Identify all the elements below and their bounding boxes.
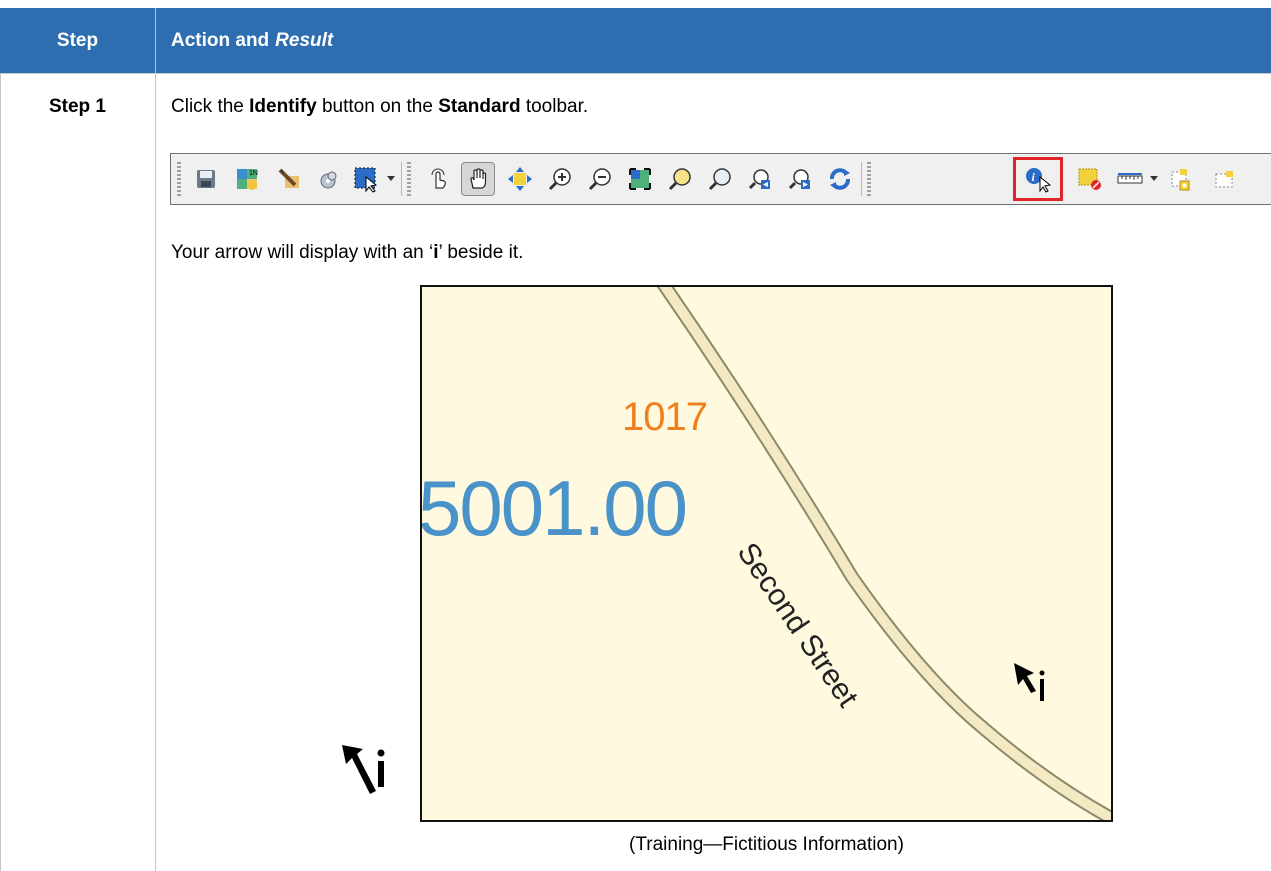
- pan-to-selection-icon[interactable]: [503, 162, 537, 196]
- sentence-post: ’ beside it.: [438, 242, 524, 263]
- instruction-text: Click the Identify button on the Standar…: [171, 96, 588, 118]
- header-divider: [155, 8, 156, 73]
- header-result: Result: [275, 29, 334, 51]
- zoom-to-layer-icon[interactable]: [703, 162, 737, 196]
- edit-pencil-icon[interactable]: [273, 162, 307, 196]
- block-label: 1017: [622, 395, 708, 439]
- toolbar-separator-2: [861, 162, 862, 196]
- standard-toolbar: 1N i: [170, 153, 1271, 205]
- header-action: Action and: [171, 29, 270, 51]
- map-caption: (Training—Fictitious Information): [629, 834, 904, 855]
- zoom-next-icon[interactable]: [783, 162, 817, 196]
- new-layer-icon[interactable]: [1207, 162, 1241, 196]
- zoom-out-icon[interactable]: [583, 162, 617, 196]
- measure-dropdown-arrow[interactable]: [1150, 176, 1158, 181]
- instruction-standard: Standard: [438, 96, 521, 117]
- step-label: Step 1: [48, 96, 107, 117]
- header-action-result: Action and Result: [171, 8, 333, 73]
- instruction-identify: Identify: [249, 96, 317, 117]
- cursor-description: Your arrow will display with an ‘i’ besi…: [171, 242, 523, 264]
- refresh-cd-icon[interactable]: [311, 162, 345, 196]
- cursor-example-icon: [338, 743, 390, 806]
- save-project-icon[interactable]: [189, 162, 223, 196]
- sentence-pre: Your arrow will display with an ‘: [171, 242, 434, 263]
- identify-cursor-icon: [1012, 661, 1052, 712]
- svg-text:1N: 1N: [249, 170, 258, 177]
- instruction-pre: Click the: [171, 96, 250, 117]
- zoom-to-selection-icon[interactable]: [663, 162, 697, 196]
- add-feature-icon[interactable]: [1165, 162, 1199, 196]
- instruction-post: toolbar.: [520, 96, 589, 117]
- pan-hand-icon[interactable]: [461, 162, 495, 196]
- toolbar-grip-3[interactable]: [867, 162, 871, 196]
- column-divider: [155, 73, 156, 871]
- new-map-icon[interactable]: 1N: [231, 162, 265, 196]
- zoom-full-icon[interactable]: [623, 162, 657, 196]
- instruction-mid: button on the: [316, 96, 439, 117]
- select-features-icon[interactable]: [349, 162, 383, 196]
- zoom-last-icon[interactable]: [743, 162, 777, 196]
- touch-pan-icon[interactable]: [421, 162, 455, 196]
- table-header: Step Action and Result: [0, 8, 1271, 73]
- identify-icon[interactable]: i: [1013, 157, 1063, 201]
- row-divider: [0, 73, 1271, 74]
- toolbar-separator: [401, 162, 402, 196]
- toolbar-grip-2[interactable]: [407, 162, 411, 196]
- measure-icon[interactable]: [1113, 162, 1147, 196]
- header-step: Step: [56, 29, 99, 51]
- refresh-icon[interactable]: [823, 162, 857, 196]
- zoom-in-icon[interactable]: [543, 162, 577, 196]
- deselect-icon[interactable]: [1073, 162, 1107, 196]
- map-canvas[interactable]: 1017 5001.00 Second Street: [420, 285, 1113, 822]
- tract-label: 5001.00: [420, 464, 688, 552]
- select-dropdown-arrow[interactable]: [387, 176, 395, 181]
- toolbar-grip[interactable]: [177, 162, 181, 196]
- table-left-border: [0, 73, 1, 871]
